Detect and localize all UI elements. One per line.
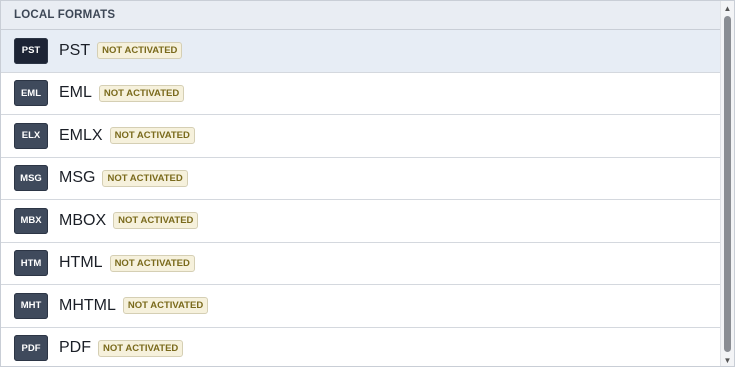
format-name: EML bbox=[59, 84, 92, 102]
format-row-pdf[interactable]: PDF PDF NOT ACTIVATED bbox=[1, 328, 722, 367]
local-formats-panel: LOCAL FORMATS PST PST NOT ACTIVATED EML … bbox=[0, 0, 735, 367]
format-name: PST bbox=[59, 41, 91, 59]
vertical-scrollbar[interactable]: ▲ ▼ bbox=[720, 1, 734, 366]
format-name: HTML bbox=[59, 254, 103, 272]
scrollbar-thumb[interactable] bbox=[724, 16, 731, 352]
emlx-file-icon: ELX bbox=[14, 122, 48, 149]
format-name: MSG bbox=[59, 169, 96, 187]
format-row-msg[interactable]: MSG MSG NOT ACTIVATED bbox=[1, 158, 722, 200]
status-badge: NOT ACTIVATED bbox=[109, 127, 195, 145]
format-row-mbox[interactable]: MBX MBOX NOT ACTIVATED bbox=[1, 200, 722, 243]
pdf-file-icon: PDF bbox=[14, 335, 48, 362]
status-badge: NOT ACTIVATED bbox=[102, 169, 188, 187]
format-row-emlx[interactable]: ELX EMLX NOT ACTIVATED bbox=[1, 115, 722, 158]
html-file-icon: HTM bbox=[14, 250, 48, 277]
status-badge: NOT ACTIVATED bbox=[98, 339, 184, 357]
panel-title: LOCAL FORMATS bbox=[14, 9, 116, 21]
format-name: MBOX bbox=[59, 211, 107, 229]
mbox-file-icon: MBX bbox=[14, 207, 48, 234]
status-badge: NOT ACTIVATED bbox=[98, 84, 185, 102]
panel-header: LOCAL FORMATS bbox=[1, 1, 722, 30]
pst-file-icon: PST bbox=[14, 37, 48, 64]
format-name: EMLX bbox=[59, 126, 103, 144]
format-row-eml[interactable]: EML EML NOT ACTIVATED bbox=[1, 73, 722, 115]
status-badge: NOT ACTIVATED bbox=[113, 212, 199, 230]
status-badge: NOT ACTIVATED bbox=[97, 42, 183, 60]
scroll-down-arrow-icon[interactable]: ▼ bbox=[723, 356, 732, 365]
format-row-html[interactable]: HTM HTML NOT ACTIVATED bbox=[1, 243, 722, 285]
scroll-up-arrow-icon[interactable]: ▲ bbox=[723, 4, 732, 13]
format-list: PST PST NOT ACTIVATED EML EML NOT ACTIVA… bbox=[1, 30, 722, 367]
status-badge: NOT ACTIVATED bbox=[109, 254, 195, 272]
mhtml-file-icon: MHT bbox=[14, 292, 48, 319]
format-name: MHTML bbox=[59, 296, 116, 314]
msg-file-icon: MSG bbox=[14, 165, 48, 192]
format-name: PDF bbox=[59, 339, 91, 357]
format-row-pst[interactable]: PST PST NOT ACTIVATED bbox=[1, 30, 722, 73]
eml-file-icon: EML bbox=[14, 80, 48, 107]
format-row-mhtml[interactable]: MHT MHTML NOT ACTIVATED bbox=[1, 285, 722, 328]
status-badge: NOT ACTIVATED bbox=[122, 297, 209, 315]
